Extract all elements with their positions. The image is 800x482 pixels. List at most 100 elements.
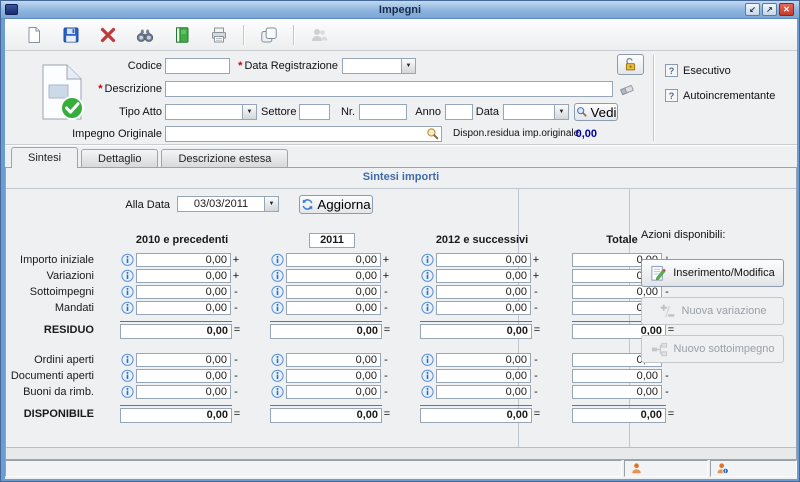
amount-field[interactable]: 0,00	[436, 269, 531, 283]
operator: +	[231, 270, 241, 282]
descrizione-field[interactable]	[165, 81, 613, 97]
amount-field[interactable]: 0,00	[136, 285, 231, 299]
titlebar[interactable]: Impegni ↙ ↗ ✕	[1, 1, 799, 19]
info-icon[interactable]	[270, 301, 285, 315]
amount-field[interactable]: 0,00	[136, 353, 231, 367]
impegno-originale-field[interactable]	[165, 126, 442, 142]
info-icon[interactable]	[420, 269, 435, 283]
info-icon[interactable]	[420, 253, 435, 267]
amount-field[interactable]: 0,00	[436, 285, 531, 299]
anno-field[interactable]	[445, 104, 473, 120]
settore-field[interactable]	[299, 104, 330, 120]
table-row: Mandati0,00-0,00-0,00-0,00-	[6, 300, 518, 316]
new-button[interactable]	[15, 22, 52, 48]
table-row: Documenti aperti0,00-0,00-0,00-0,00-	[6, 368, 518, 384]
row-label: RESIDUO	[6, 324, 94, 336]
amount-field[interactable]: 0,00	[436, 301, 531, 315]
year-box[interactable]: 2011	[309, 233, 355, 248]
amount-field[interactable]: 0,00	[136, 253, 231, 267]
amount-field[interactable]: 0,00	[286, 285, 381, 299]
settore-label: Settore	[261, 106, 295, 118]
search-button[interactable]	[126, 22, 163, 48]
tab-dettaglio[interactable]: Dettaglio	[81, 149, 158, 167]
close-icon[interactable]: ✕	[779, 3, 794, 16]
autoincrementante-label: Autoincrementante	[683, 90, 793, 102]
info-icon[interactable]	[420, 353, 435, 367]
info-icon[interactable]	[270, 253, 285, 267]
amount-field: 0,00	[420, 408, 532, 423]
info-icon[interactable]	[420, 285, 435, 299]
amount-field[interactable]: 0,00	[136, 269, 231, 283]
amount-field[interactable]: 0,00	[136, 369, 231, 383]
save-button[interactable]	[52, 22, 89, 48]
tipo-atto-combo[interactable]: ▼	[165, 104, 257, 120]
info-icon[interactable]	[120, 285, 135, 299]
nr-field[interactable]	[359, 104, 407, 120]
actions-title: Azioni disponibili:	[641, 229, 784, 241]
info-icon[interactable]	[120, 253, 135, 267]
esecutivo-checkbox[interactable]: ?	[665, 64, 678, 77]
amount-field[interactable]: 0,00	[136, 301, 231, 315]
print-icon	[210, 26, 228, 44]
impegni-window: Impegni ↙ ↗ ✕	[0, 0, 800, 482]
inserimento-modifica-button[interactable]: Inserimento/Modifica	[641, 259, 784, 287]
info-icon[interactable]	[120, 369, 135, 383]
info-icon[interactable]	[420, 385, 435, 399]
amount-field[interactable]: 0,00	[286, 301, 381, 315]
chevron-down-icon: ▼	[242, 104, 257, 120]
column-header: 2012 e successivi	[420, 234, 544, 246]
info-icon[interactable]	[270, 285, 285, 299]
print-button[interactable]	[200, 22, 237, 48]
amount-field[interactable]: 0,00	[436, 253, 531, 267]
amount-cell: 0,00=	[270, 405, 394, 423]
info-icon[interactable]	[120, 269, 135, 283]
info-icon[interactable]	[270, 385, 285, 399]
duplicate-icon	[260, 26, 278, 44]
magnifier-icon[interactable]	[426, 127, 440, 144]
amount-field[interactable]: 0,00	[286, 369, 381, 383]
amount-cell: 0,00-	[120, 369, 244, 383]
info-icon[interactable]	[120, 353, 135, 367]
amount-cell: 0,00-	[120, 301, 244, 315]
alla-data-combo[interactable]: 03/03/2011▼	[177, 196, 279, 212]
lock-button[interactable]	[617, 54, 644, 75]
amount-cell: 0,00-	[270, 285, 394, 299]
amount-field[interactable]: 0,00	[286, 269, 381, 283]
users-icon	[310, 26, 328, 44]
row-label: Mandati	[6, 302, 94, 314]
column-header-row: 2010 e precedenti20112012 e successiviTo…	[6, 232, 518, 248]
toolbar-separator	[243, 25, 244, 45]
data-combo[interactable]: ▼	[503, 104, 569, 120]
delete-button[interactable]	[89, 22, 126, 48]
duplicate-button[interactable]	[250, 22, 287, 48]
minimize-icon[interactable]: ↙	[745, 3, 760, 16]
info-icon[interactable]	[270, 369, 285, 383]
amount-field[interactable]: 0,00	[286, 253, 381, 267]
amount-field[interactable]: 0,00	[136, 385, 231, 399]
info-icon[interactable]	[270, 353, 285, 367]
window-content: Codice *Data Registrazione ▼ *Descrizion…	[5, 19, 797, 479]
info-icon[interactable]	[420, 301, 435, 315]
eraser-icon[interactable]	[619, 82, 635, 101]
row-label: Sottoimpegni	[6, 286, 94, 298]
table-row: Buoni da rimb.0,00-0,00-0,00-0,00-	[6, 384, 518, 400]
amount-field: 0,00	[120, 324, 232, 339]
amount-field[interactable]: 0,00	[286, 353, 381, 367]
amount-field[interactable]: 0,00	[436, 385, 531, 399]
amount-field[interactable]: 0,00	[436, 353, 531, 367]
info-icon[interactable]	[120, 301, 135, 315]
autoincrementante-checkbox[interactable]: ?	[665, 89, 678, 102]
info-icon[interactable]	[270, 269, 285, 283]
info-icon[interactable]	[420, 369, 435, 383]
amount-field[interactable]: 0,00	[436, 369, 531, 383]
restore-icon[interactable]: ↗	[762, 3, 777, 16]
vedi-button[interactable]: Vedi	[574, 103, 618, 121]
validate-button[interactable]	[163, 22, 200, 48]
tab-sintesi[interactable]: Sintesi	[11, 147, 78, 168]
amount-field[interactable]: 0,00	[286, 385, 381, 399]
data-registrazione-combo[interactable]: ▼	[342, 58, 416, 74]
aggiorna-button[interactable]: Aggiorna	[299, 195, 373, 214]
table-row: DISPONIBILE0,00=0,00=0,00=0,00=	[6, 404, 518, 424]
tab-descrizione-estesa[interactable]: Descrizione estesa	[161, 149, 288, 167]
info-icon[interactable]	[120, 385, 135, 399]
